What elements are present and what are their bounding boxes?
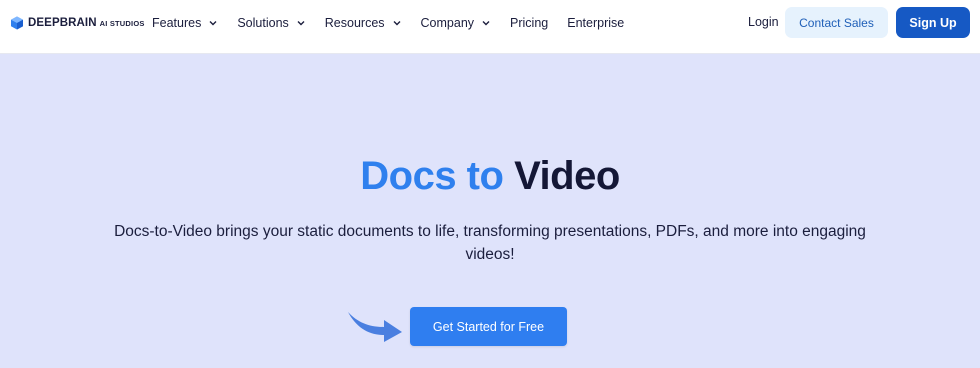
nav-item-label: Enterprise bbox=[567, 16, 625, 30]
chevron-down-icon bbox=[393, 21, 401, 26]
nav-item-label: Company bbox=[420, 16, 475, 30]
hero-title: Docs to Video bbox=[0, 152, 980, 200]
main-nav: Features Solutions Resources Company Pri… bbox=[152, 0, 624, 46]
hero-title-main: Video bbox=[514, 154, 620, 198]
login-link[interactable]: Login bbox=[748, 15, 779, 29]
nav-item-label: Features bbox=[152, 16, 202, 30]
cube-icon bbox=[11, 16, 23, 30]
top-navbar: DEEPBRAIN AI STUDIOS Features Solutions … bbox=[0, 0, 980, 54]
get-started-button[interactable]: Get Started for Free bbox=[410, 307, 567, 346]
hero-title-accent: Docs to bbox=[360, 154, 504, 198]
contact-sales-button[interactable]: Contact Sales bbox=[785, 7, 888, 38]
hero-description: Docs-to-Video brings your static documen… bbox=[114, 223, 866, 263]
nav-item-features[interactable]: Features bbox=[152, 16, 218, 30]
chevron-down-icon bbox=[297, 21, 305, 26]
chevron-down-icon bbox=[482, 21, 490, 26]
sign-up-button[interactable]: Sign Up bbox=[896, 7, 970, 38]
brand-suffix: AI STUDIOS bbox=[99, 18, 145, 28]
nav-item-pricing[interactable]: Pricing bbox=[510, 16, 548, 30]
brand-logo[interactable]: DEEPBRAIN AI STUDIOS bbox=[10, 15, 145, 31]
nav-item-company[interactable]: Company bbox=[421, 16, 492, 30]
brand-name: DEEPBRAIN bbox=[28, 17, 97, 29]
nav-item-label: Pricing bbox=[510, 16, 549, 30]
nav-item-solutions[interactable]: Solutions bbox=[237, 16, 305, 30]
nav-item-label: Resources bbox=[324, 16, 385, 30]
chevron-down-icon bbox=[209, 21, 217, 26]
nav-item-resources[interactable]: Resources bbox=[325, 16, 402, 30]
arrow-right-icon bbox=[348, 312, 402, 342]
nav-item-label: Solutions bbox=[237, 16, 289, 30]
nav-item-enterprise[interactable]: Enterprise bbox=[567, 16, 624, 30]
